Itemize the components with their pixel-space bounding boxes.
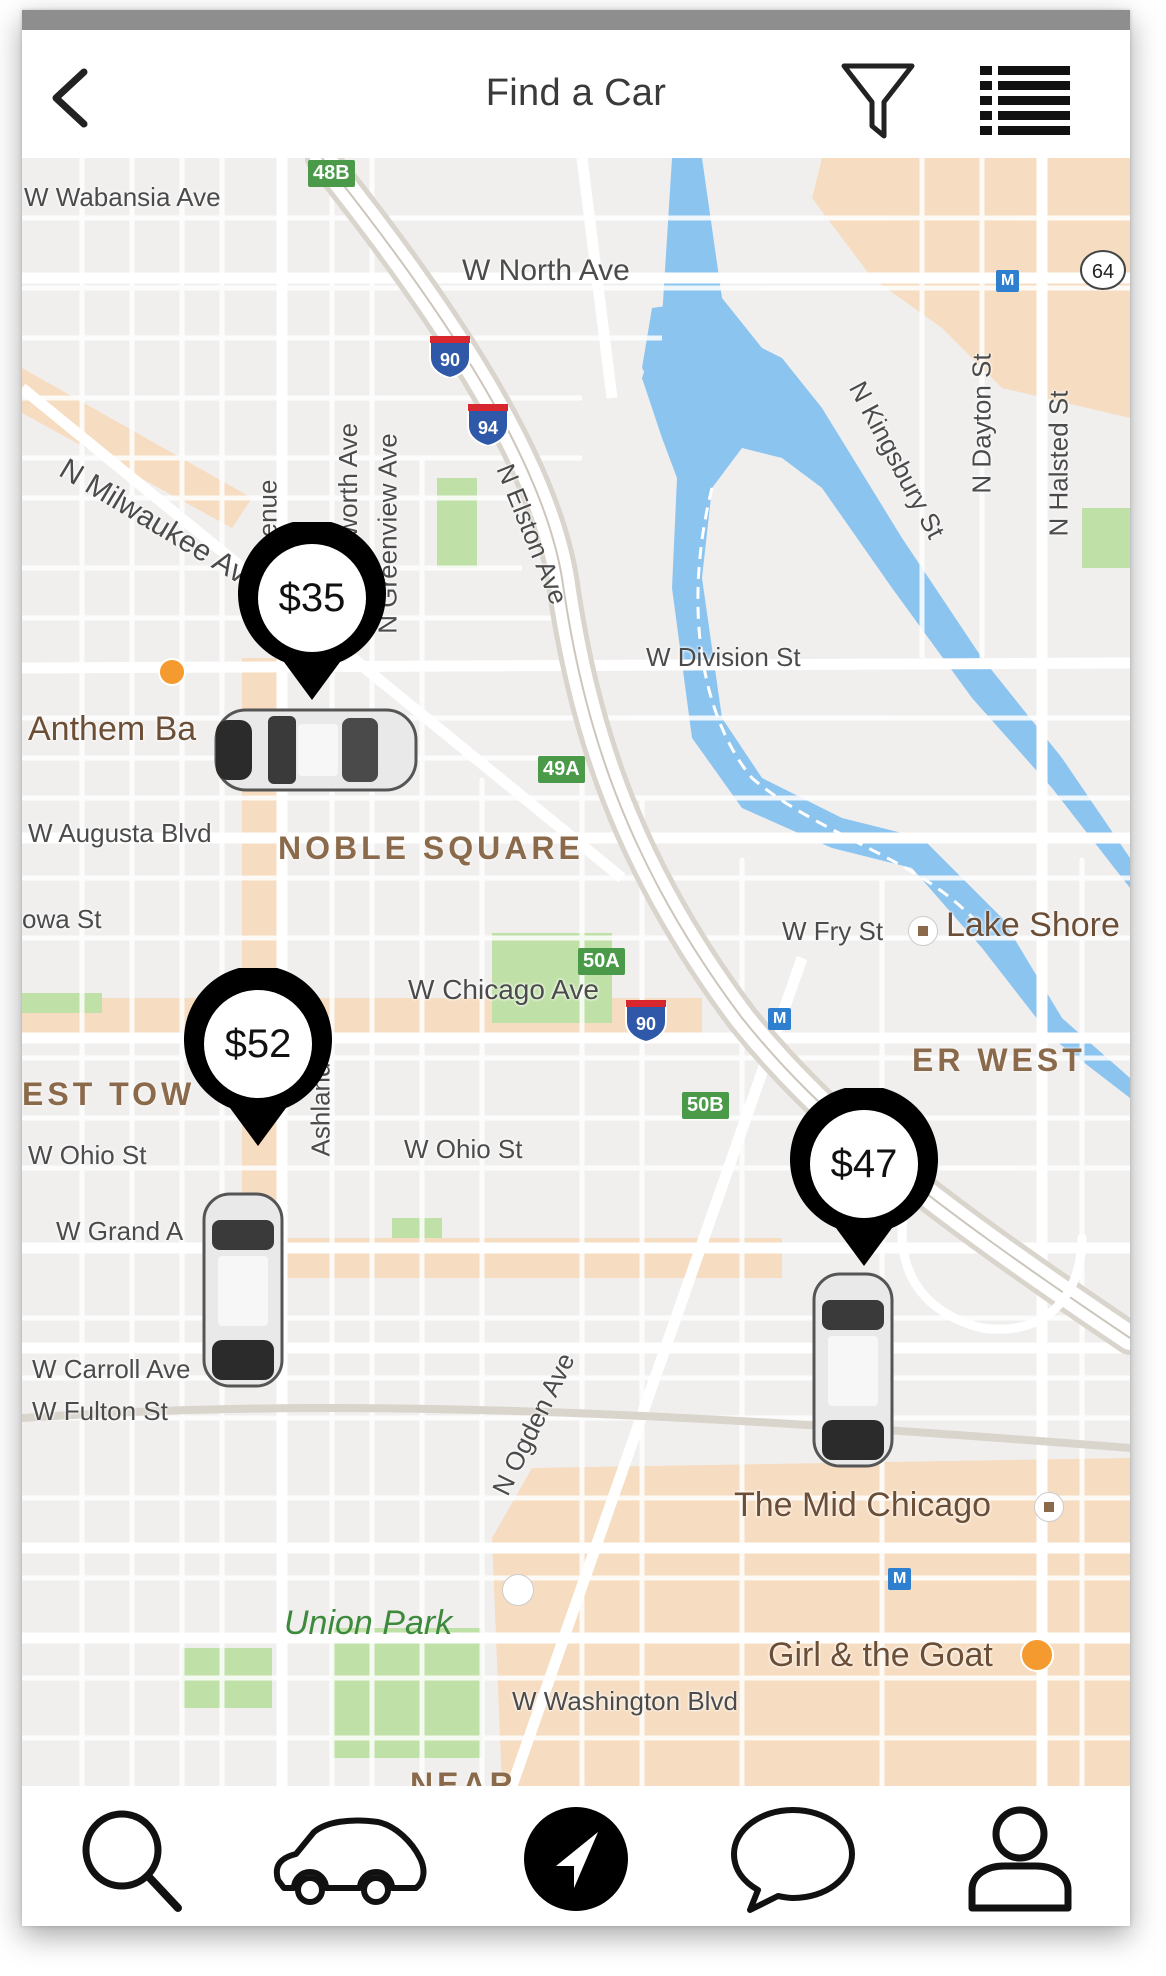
page-title: Find a Car [485,72,667,114]
map-view[interactable]: 48B 49A 50A 50B 90 94 90 64 M M M W Waba… [22,158,1130,1786]
phone-frame: Find a Car 48B 49A 50A 50B 90 94 90 64 M… [22,10,1130,1926]
svg-text:90: 90 [440,350,460,370]
bottom-tab-bar [22,1786,1130,1926]
poi-marker-icon[interactable] [502,1574,534,1606]
street-label: W Fulton St [32,1396,168,1426]
street-label: W Wabansia Ave [24,182,221,212]
filter-icon[interactable] [840,60,916,142]
highway-exit-48b-icon: 48B [308,160,355,187]
highway-exit-50b-icon: 50B [682,1092,729,1119]
profile-icon[interactable] [960,1804,1080,1914]
street-label: W Ohio St [404,1134,523,1164]
neighborhood-label: NEAR [410,1766,517,1786]
poi-marker-icon[interactable] [908,916,938,946]
street-label: W Chicago Ave [408,974,599,1005]
price-label: $47 [830,1141,898,1186]
interstate-94-shield-icon: 94 [467,404,509,446]
svg-text:64: 64 [1092,261,1114,283]
car-icon[interactable] [270,1804,430,1914]
car-marker-icon[interactable] [810,1270,896,1470]
street-label: W Washington Blvd [512,1686,738,1716]
header-bar: Find a Car [22,30,1130,158]
price-pin[interactable]: $52 [182,968,334,1146]
price-pin[interactable]: $47 [788,1088,940,1266]
price-label: $35 [278,575,346,620]
street-label: N Halsted St [1043,390,1074,537]
poi-label[interactable]: Lake Shore [946,906,1120,945]
highway-exit-49a-icon: 49A [538,756,585,783]
svg-text:94: 94 [478,418,498,438]
street-label: W Fry St [782,916,884,946]
route-64-shield-icon: 64 [1080,250,1126,290]
park-label: Union Park [284,1604,453,1642]
bar-poi-icon[interactable] [158,658,186,686]
search-icon[interactable] [72,1804,192,1914]
street-label: W Carroll Ave [32,1354,191,1384]
street-label: N Dayton St [966,353,997,494]
street-label: W North Ave [462,254,630,287]
poi-marker-icon[interactable] [1034,1492,1064,1522]
street-label: W Ohio St [28,1140,147,1170]
price-label: $52 [224,1021,292,1066]
restaurant-poi-icon[interactable] [1020,1638,1054,1672]
metro-station-icon: M [888,1568,912,1590]
status-bar [22,10,1130,30]
highway-exit-50a-icon: 50A [578,948,625,975]
svg-text:90: 90 [636,1014,656,1034]
neighborhood-label: NOBLE SQUARE [278,830,584,866]
poi-label[interactable]: Anthem Ba [28,710,196,749]
interstate-90-shield-icon: 90 [429,336,471,378]
street-label: W Division St [646,642,801,672]
street-label: W Augusta Blvd [28,818,212,848]
neighborhood-label: ER WEST [912,1042,1086,1078]
chat-icon[interactable] [728,1804,858,1914]
list-view-icon[interactable] [980,64,1070,136]
price-pin[interactable]: $35 [236,522,388,700]
navigation-icon[interactable] [516,1804,636,1914]
neighborhood-label: EST TOW [22,1076,196,1112]
poi-label[interactable]: Girl & the Goat [768,1636,993,1675]
street-label: owa St [22,904,102,934]
car-marker-icon[interactable] [200,1190,286,1390]
car-marker-icon[interactable] [212,704,422,796]
metro-station-icon: M [768,1008,792,1030]
poi-label[interactable]: The Mid Chicago [734,1486,991,1525]
street-label: W Grand A [56,1216,184,1246]
interstate-90-shield-icon: 90 [625,1000,667,1042]
metro-station-icon: M [996,270,1020,292]
